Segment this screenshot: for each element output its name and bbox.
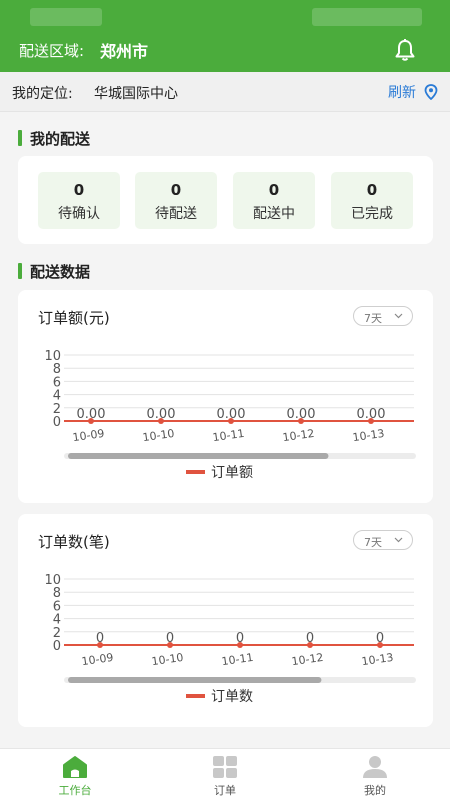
y-tick-label: 2 xyxy=(53,402,61,417)
y-tick-label: 6 xyxy=(53,375,61,390)
y-tick-label: 0 xyxy=(53,415,61,430)
stat-value: 0 xyxy=(268,181,280,199)
stat-label: 待配送 xyxy=(155,206,197,222)
stat-completed[interactable]: 0 已完成 xyxy=(331,172,413,229)
legend-label: 订单数 xyxy=(211,689,253,705)
bell-icon[interactable] xyxy=(394,38,416,62)
y-tick-label: 4 xyxy=(53,613,61,628)
y-tick-label: 10 xyxy=(44,573,61,588)
data-label: 0 xyxy=(166,631,174,646)
legend-swatch xyxy=(186,470,205,474)
region-label: 配送区域: xyxy=(19,42,85,60)
location-label: 我的定位: xyxy=(12,86,73,102)
status-bar-blur-left xyxy=(30,8,102,26)
bottom-tab-bar: 工作台 订单 我的 xyxy=(0,748,450,800)
region-city[interactable]: 郑州市 xyxy=(100,38,148,62)
y-tick-label: 8 xyxy=(53,362,61,377)
data-label: 0 xyxy=(306,631,314,646)
data-label: 0 xyxy=(376,631,384,646)
x-tick-label: 10-10 xyxy=(151,651,184,668)
order-count-chart: 0246810010-09010-10010-11010-12010-13订单数 xyxy=(44,573,416,705)
data-label: 0.00 xyxy=(357,407,386,422)
scrollbar-thumb xyxy=(68,453,329,459)
tab-workbench[interactable]: 工作台 xyxy=(0,749,150,800)
location-pin-icon[interactable] xyxy=(424,84,438,100)
stat-pending-confirm[interactable]: 0 待确认 xyxy=(38,172,120,229)
data-label: 0.00 xyxy=(217,407,246,422)
refresh-button[interactable]: 刷新 xyxy=(388,82,416,102)
tab-label: 订单 xyxy=(214,784,236,797)
y-tick-label: 6 xyxy=(53,599,61,614)
home-icon xyxy=(63,756,87,778)
order-amount-chart-card: 订单额(元) 7天 0 2 4 6 8 10 0.00 10-09 0.00 10-10 0.00 1… xyxy=(18,290,433,503)
stat-pending-delivery[interactable]: 0 待配送 xyxy=(135,172,217,229)
data-label: 0.00 xyxy=(77,407,106,422)
location-value: 华城国际中心 xyxy=(94,86,178,102)
user-icon xyxy=(363,756,387,778)
y-tick-label: 0 xyxy=(53,639,61,654)
x-tick-label: 10-11 xyxy=(221,651,254,668)
y-tick-label: 2 xyxy=(53,626,61,641)
x-tick-label: 10-12 xyxy=(291,651,324,668)
y-tick-label: 4 xyxy=(53,389,61,404)
tab-label: 我的 xyxy=(364,784,386,797)
delivery-stats-card: 0 待确认 0 待配送 0 配送中 0 已完成 xyxy=(18,156,433,244)
app-header: 配送区域: 郑州市 xyxy=(0,0,450,72)
data-label: 0.00 xyxy=(287,407,316,422)
y-tick-label: 10 xyxy=(44,349,61,364)
stat-label: 已完成 xyxy=(351,206,393,222)
y-tick-label: 8 xyxy=(53,586,61,601)
legend-swatch xyxy=(186,694,205,698)
order-count-chart-card: 订单数(笔) 7天 0 2 4 6 8 10 0 10-09 0 10-10 0 10-11 0 10-1… xyxy=(18,514,433,727)
x-tick-label: 10-13 xyxy=(361,651,394,668)
x-tick-label: 10-09 xyxy=(72,427,105,444)
my-delivery-title: 我的配送 xyxy=(18,128,90,149)
stat-value: 0 xyxy=(170,181,182,199)
stat-delivering[interactable]: 0 配送中 xyxy=(233,172,315,229)
grid-icon xyxy=(213,756,237,778)
stat-value: 0 xyxy=(366,181,378,199)
order-amount-chart: 0246810 0.00 10-09 0.00 10-10 0.00 10-11 0.00 10… xyxy=(44,349,416,481)
data-label: 0 xyxy=(236,631,244,646)
stat-label: 配送中 xyxy=(253,206,295,222)
legend-label: 订单额 xyxy=(211,465,253,481)
stat-value: 0 xyxy=(73,181,85,199)
tab-label: 工作台 xyxy=(58,784,92,797)
x-tick-label: 10-10 xyxy=(142,427,175,444)
stat-label: 待确认 xyxy=(58,206,100,222)
x-tick-label: 10-12 xyxy=(282,427,315,444)
tab-profile[interactable]: 我的 xyxy=(300,749,450,800)
tab-orders[interactable]: 订单 xyxy=(150,749,300,800)
scrollbar-thumb xyxy=(68,677,322,683)
x-tick-label: 10-13 xyxy=(352,427,385,444)
status-bar-blur-right xyxy=(312,8,422,26)
x-tick-label: 10-11 xyxy=(212,427,245,444)
x-tick-label: 10-09 xyxy=(81,651,114,668)
delivery-data-title: 配送数据 xyxy=(18,261,90,282)
data-label: 0 xyxy=(96,631,104,646)
data-label: 0.00 xyxy=(147,407,176,422)
location-bar: 我的定位: 华城国际中心 刷新 xyxy=(0,72,450,112)
